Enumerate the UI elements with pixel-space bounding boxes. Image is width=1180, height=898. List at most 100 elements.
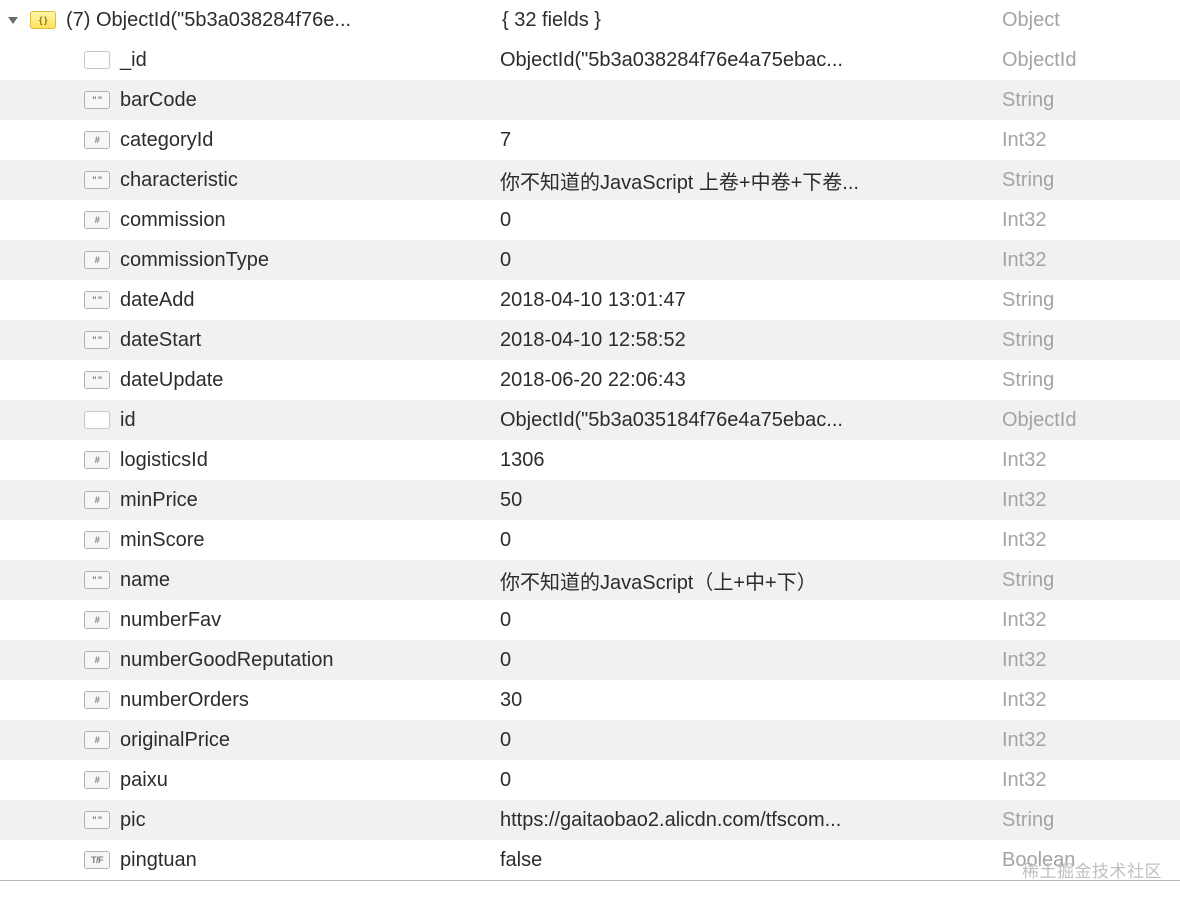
tree-row[interactable]: T/FpingtuanfalseBoolean [0, 840, 1180, 880]
tree-row[interactable]: # commission 0Int32 [0, 200, 1180, 240]
document-tree: { } (7) ObjectId("5b3a038284f76e... { 32… [0, 0, 1180, 881]
tree-row[interactable]: " "dateUpdate2018-06-20 22:06:43String [0, 360, 1180, 400]
field-value: false [500, 849, 1002, 872]
tree-row[interactable]: #logisticsId1306Int32 [0, 440, 1180, 480]
int-type-icon: # [84, 731, 110, 749]
field-type: Int32 [1002, 249, 1172, 272]
field-key: numberGoodReputation [120, 649, 333, 672]
string-type-icon: " " [84, 331, 110, 349]
int-type-icon: # [84, 651, 110, 669]
field-value: 0 [500, 609, 1002, 632]
string-type-icon: " " [84, 571, 110, 589]
field-value: 0 [500, 649, 1002, 672]
field-value: 30 [500, 689, 1002, 712]
int-type-icon: # [84, 771, 110, 789]
string-type-icon: " " [84, 91, 110, 109]
root-type: Object [1002, 9, 1172, 32]
int-type-icon: # [84, 131, 110, 149]
field-type: Int32 [1002, 649, 1172, 672]
field-key: _id [120, 49, 147, 72]
field-value: 0 [500, 529, 1002, 552]
expand-toggle-icon[interactable] [2, 9, 24, 31]
tree-row[interactable]: # numberOrders 30Int32 [0, 680, 1180, 720]
field-value: 7 [500, 129, 1002, 152]
field-type: Int32 [1002, 609, 1172, 632]
tree-row[interactable]: " " dateStart 2018-04-10 12:58:52String [0, 320, 1180, 360]
field-value: 2018-04-10 13:01:47 [500, 289, 1002, 312]
field-key: dateAdd [120, 289, 195, 312]
field-value: 0 [500, 209, 1002, 232]
int-type-icon: # [84, 611, 110, 629]
tree-row[interactable]: " "characteristic你不知道的JavaScript 上卷+中卷+下… [0, 160, 1180, 200]
string-type-icon: " " [84, 171, 110, 189]
tree-row[interactable]: " "name你不知道的JavaScript（上+中+下）String [0, 560, 1180, 600]
field-type: Int32 [1002, 209, 1172, 232]
field-key: logisticsId [120, 449, 208, 472]
int-type-icon: # [84, 211, 110, 229]
field-value: 0 [500, 249, 1002, 272]
tree-row[interactable]: #paixu0Int32 [0, 760, 1180, 800]
tree-row[interactable]: # minScore 0Int32 [0, 520, 1180, 560]
string-type-icon: " " [84, 811, 110, 829]
field-type: String [1002, 329, 1172, 352]
field-type: String [1002, 809, 1172, 832]
tree-row[interactable]: # numberFav 0Int32 [0, 600, 1180, 640]
tree-row[interactable]: _id ObjectId("5b3a038284f76e4a75ebac...Ob… [0, 40, 1180, 80]
tree-row-root[interactable]: { } (7) ObjectId("5b3a038284f76e... { 32… [0, 0, 1180, 40]
tree-row[interactable]: " " barCode String [0, 80, 1180, 120]
field-key: minPrice [120, 489, 198, 512]
field-value: 2018-06-20 22:06:43 [500, 369, 1002, 392]
field-value: 你不知道的JavaScript（上+中+下） [500, 566, 1002, 595]
field-key: categoryId [120, 129, 213, 152]
int-type-icon: # [84, 451, 110, 469]
tree-row[interactable]: # categoryId 7Int32 [0, 120, 1180, 160]
tree-row[interactable]: #commissionType0Int32 [0, 240, 1180, 280]
doc-type-icon [84, 411, 110, 429]
tree-row[interactable]: " " pic https://gaitaobao2.alicdn.com/tfsc… [0, 800, 1180, 840]
field-type: ObjectId [1002, 409, 1172, 432]
field-key: dateStart [120, 329, 201, 352]
field-key: minScore [120, 529, 204, 552]
tree-row[interactable]: # numberGoodReputation 0Int32 [0, 640, 1180, 680]
watermark: 稀土掘金技术社区 [1022, 857, 1162, 882]
field-type: String [1002, 89, 1172, 112]
tree-row[interactable]: " " dateAdd 2018-04-10 13:01:47String [0, 280, 1180, 320]
field-value: ObjectId("5b3a038284f76e4a75ebac... [500, 49, 1002, 72]
field-type: Int32 [1002, 529, 1172, 552]
field-type: Int32 [1002, 729, 1172, 752]
root-key-label: (7) ObjectId("5b3a038284f76e... [66, 9, 351, 32]
field-key: paixu [120, 769, 168, 792]
int-type-icon: # [84, 531, 110, 549]
field-key: pingtuan [120, 849, 197, 872]
field-value: https://gaitaobao2.alicdn.com/tfscom... [500, 809, 1002, 832]
field-type: Int32 [1002, 689, 1172, 712]
bool-type-icon: T/F [84, 851, 110, 869]
field-type: String [1002, 169, 1172, 192]
field-key: pic [120, 809, 146, 832]
field-key: barCode [120, 89, 197, 112]
tree-row[interactable]: idObjectId("5b3a035184f76e4a75ebac...Obj… [0, 400, 1180, 440]
int-type-icon: # [84, 691, 110, 709]
field-key: commission [120, 209, 226, 232]
tree-row[interactable]: #originalPrice0Int32 [0, 720, 1180, 760]
int-type-icon: # [84, 251, 110, 269]
field-value: 0 [500, 729, 1002, 752]
string-type-icon: " " [84, 371, 110, 389]
string-type-icon: " " [84, 291, 110, 309]
field-value: 2018-04-10 12:58:52 [500, 329, 1002, 352]
int-type-icon: # [84, 491, 110, 509]
tree-row[interactable]: # minPrice 50Int32 [0, 480, 1180, 520]
field-type: String [1002, 369, 1172, 392]
field-key: id [120, 409, 136, 432]
field-type: ObjectId [1002, 49, 1172, 72]
field-key: name [120, 569, 170, 592]
object-type-icon: { } [30, 11, 56, 29]
field-key: numberOrders [120, 689, 249, 712]
field-key: numberFav [120, 609, 221, 632]
field-type: String [1002, 289, 1172, 312]
field-type: Int32 [1002, 129, 1172, 152]
field-value: 50 [500, 489, 1002, 512]
field-key: characteristic [120, 169, 238, 192]
field-value: 1306 [500, 449, 1002, 472]
field-type: Int32 [1002, 489, 1172, 512]
